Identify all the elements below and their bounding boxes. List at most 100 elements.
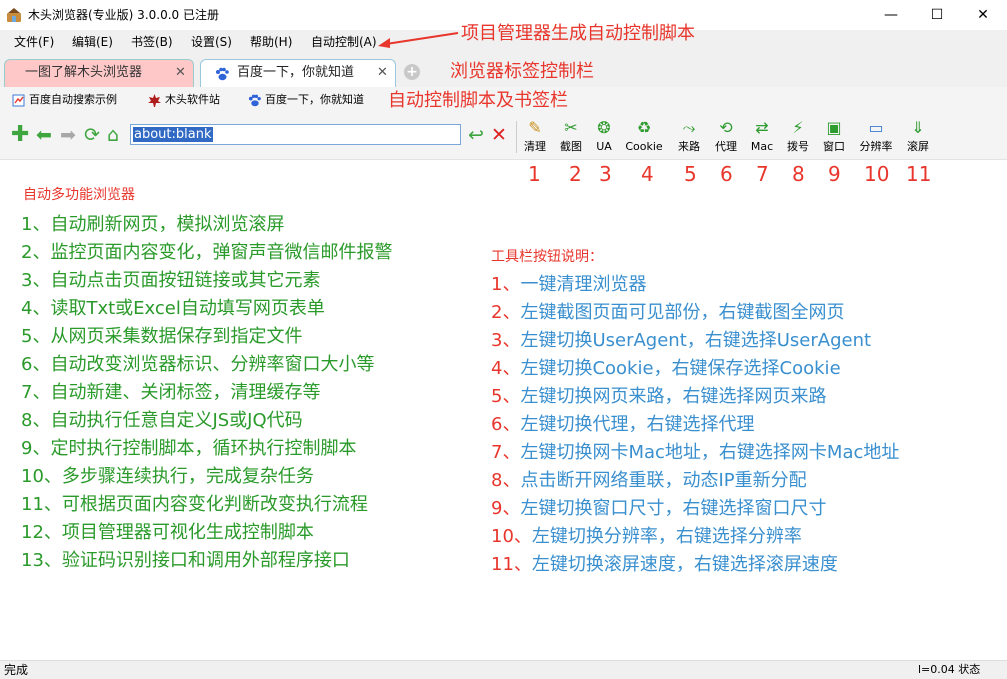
- maple-leaf-icon: [148, 93, 161, 107]
- tool-number: 8: [792, 162, 805, 186]
- feature-item: 11、可根据页面内容变化判断改变执行流程: [21, 494, 368, 515]
- proxy-button[interactable]: ⟲ 代理: [706, 118, 746, 156]
- help-text: 左键切换代理，右键选择代理: [520, 414, 755, 435]
- help-number: 3、: [491, 330, 521, 351]
- tool-number: 5: [684, 162, 697, 186]
- tool-label: UA: [596, 140, 612, 153]
- help-item: 4、左键切换Cookie，右键保存选择Cookie: [491, 358, 841, 380]
- bookmark-label: 百度自动搜索示例: [29, 93, 117, 106]
- home-icon[interactable]: ⌂: [107, 125, 119, 145]
- resolution-button[interactable]: ▭ 分辨率: [856, 118, 896, 156]
- tool-label: 清理: [524, 140, 546, 153]
- tool-number: 11: [906, 162, 932, 186]
- help-item: 10、左键切换分辨率，右键选择分辨率: [491, 526, 802, 548]
- go-icon[interactable]: ↩: [468, 125, 484, 145]
- help-text: 一键清理浏览器: [520, 274, 647, 295]
- feature-item: 9、定时执行控制脚本，循环执行控制脚本: [21, 438, 357, 459]
- window-resize-icon: ▣: [826, 118, 842, 137]
- help-number: 10、: [491, 526, 532, 547]
- help-item: 7、左键切换网卡Mac地址，右键选择网卡Mac地址: [491, 442, 899, 464]
- feature-item: 3、自动点击页面按钮链接或其它元素: [21, 270, 321, 291]
- address-text[interactable]: about:blank: [133, 127, 213, 142]
- help-text: 左键切换网页来路，右键选择网页来路: [520, 386, 827, 407]
- broom-icon: ✎: [528, 118, 542, 137]
- mac-button[interactable]: ⇄ Mac: [742, 118, 782, 156]
- tool-label: Cookie: [625, 140, 663, 153]
- feature-item: 7、自动新建、关闭标签，清理缓存等: [21, 382, 321, 403]
- user-agent-button[interactable]: ❂ UA: [584, 118, 624, 156]
- cookie-button[interactable]: ♻ Cookie: [624, 118, 664, 156]
- feature-item: 6、自动改变浏览器标识、分辨率窗口大小等: [21, 354, 375, 375]
- tab-wood-browser-intro[interactable]: 一图了解木头浏览器 ✕: [4, 59, 194, 87]
- help-text: 左键切换Cookie，右键保存选择Cookie: [520, 358, 841, 379]
- help-number: 11、: [491, 554, 532, 575]
- bookmark-label: 百度一下，你就知道: [265, 93, 364, 106]
- referer-button[interactable]: ⤳ 来路: [669, 118, 709, 156]
- route-icon: ⤳: [682, 118, 696, 137]
- toolbar: ✚ ⬅ ➡ ⟳ ⌂ about:blank ↩ ✕ ✎ 清理 ✂ 截图 ❂ UA…: [0, 115, 1007, 160]
- tab-close-icon[interactable]: ✕: [175, 65, 186, 80]
- help-item: 8、点击断开网络重联，动态IP重新分配: [491, 470, 807, 492]
- tab-close-icon[interactable]: ✕: [377, 65, 388, 80]
- tool-label: 分辨率: [859, 140, 893, 153]
- feature-item: 12、项目管理器可视化生成控制脚本: [21, 522, 314, 543]
- menu-auto-control[interactable]: 自动控制(A): [311, 35, 377, 49]
- window-size-button[interactable]: ▣ 窗口: [814, 118, 854, 156]
- stop-icon[interactable]: ✕: [491, 125, 507, 145]
- bookmark-baidu-auto-search[interactable]: 百度自动搜索示例: [12, 93, 117, 107]
- help-heading: 工具栏按钮说明：: [491, 249, 603, 265]
- help-text: 左键切换滚屏速度，右键选择滚屏速度: [531, 554, 838, 575]
- menu-file[interactable]: 文件(F): [14, 35, 54, 49]
- baidu-paw-icon: [248, 94, 261, 106]
- help-number: 9、: [491, 498, 521, 519]
- help-item: 11、左键切换滚屏速度，右键选择滚屏速度: [491, 554, 838, 576]
- back-arrow-icon[interactable]: ⬅: [36, 125, 52, 145]
- tab-label: 一图了解木头浏览器: [25, 65, 143, 80]
- help-text: 左键切换窗口尺寸，右键选择窗口尺寸: [520, 498, 827, 519]
- recycle-icon: ♻: [636, 118, 652, 137]
- bookmark-wood-software[interactable]: 木头软件站: [148, 93, 220, 107]
- status-text: 完成: [4, 663, 29, 677]
- menu-settings[interactable]: 设置(S): [191, 35, 232, 49]
- feature-item: 4、读取Txt或Excel自动填写网页表单: [21, 298, 325, 319]
- menu-bookmarks[interactable]: 书签(B): [131, 35, 173, 49]
- help-text: 左键切换分辨率，右键选择分辨率: [531, 526, 802, 547]
- refresh-icon[interactable]: ⟳: [84, 125, 100, 145]
- menu-edit[interactable]: 编辑(E): [72, 35, 113, 49]
- tool-number: 7: [756, 162, 769, 186]
- status-indicator: l=0.04 状态: [918, 663, 981, 676]
- help-number: 4、: [491, 358, 521, 379]
- clean-button[interactable]: ✎ 清理: [515, 118, 555, 156]
- tool-number: 9: [828, 162, 841, 186]
- tool-number: 3: [599, 162, 612, 186]
- address-bar[interactable]: about:blank: [130, 124, 461, 145]
- close-window-button[interactable]: ✕: [960, 0, 1006, 30]
- feature-item: 5、从网页采集数据保存到指定文件: [21, 326, 303, 347]
- tool-label: 代理: [715, 140, 737, 153]
- tool-label: 滚屏: [907, 140, 929, 153]
- help-number: 2、: [491, 302, 521, 323]
- tool-number: 4: [641, 162, 654, 186]
- add-icon[interactable]: ✚: [11, 124, 29, 146]
- feature-item: 2、监控页面内容变化，弹窗声音微信邮件报警: [21, 242, 393, 263]
- minimize-button[interactable]: —: [868, 0, 914, 30]
- maximize-button[interactable]: ☐: [914, 0, 960, 30]
- tab-baidu[interactable]: 百度一下，你就知道 ✕: [200, 59, 396, 87]
- tool-label: Mac: [750, 140, 774, 153]
- baidu-paw-icon: [216, 67, 229, 81]
- dial-button[interactable]: ⚡ 拨号: [778, 118, 818, 156]
- feature-item: 13、验证码识别接口和调用外部程序接口: [21, 550, 350, 571]
- network-card-icon: ⇄: [755, 118, 769, 137]
- scroll-button[interactable]: ⇓ 滚屏: [898, 118, 938, 156]
- globe-icon: ❂: [597, 118, 611, 137]
- bookmark-baidu[interactable]: 百度一下，你就知道: [248, 93, 364, 107]
- new-tab-plus-icon[interactable]: +: [404, 64, 420, 80]
- tool-number: 1: [528, 162, 541, 186]
- monitor-icon: ▭: [868, 118, 884, 137]
- help-item: 9、左键切换窗口尺寸，右键选择窗口尺寸: [491, 498, 826, 520]
- menu-help[interactable]: 帮助(H): [250, 35, 292, 49]
- help-item: 2、左键截图页面可见部份，右键截图全网页: [491, 302, 844, 324]
- forward-arrow-icon[interactable]: ➡: [60, 125, 76, 145]
- tool-number: 10: [864, 162, 890, 186]
- help-text: 左键切换网卡Mac地址，右键选择网卡Mac地址: [520, 442, 900, 463]
